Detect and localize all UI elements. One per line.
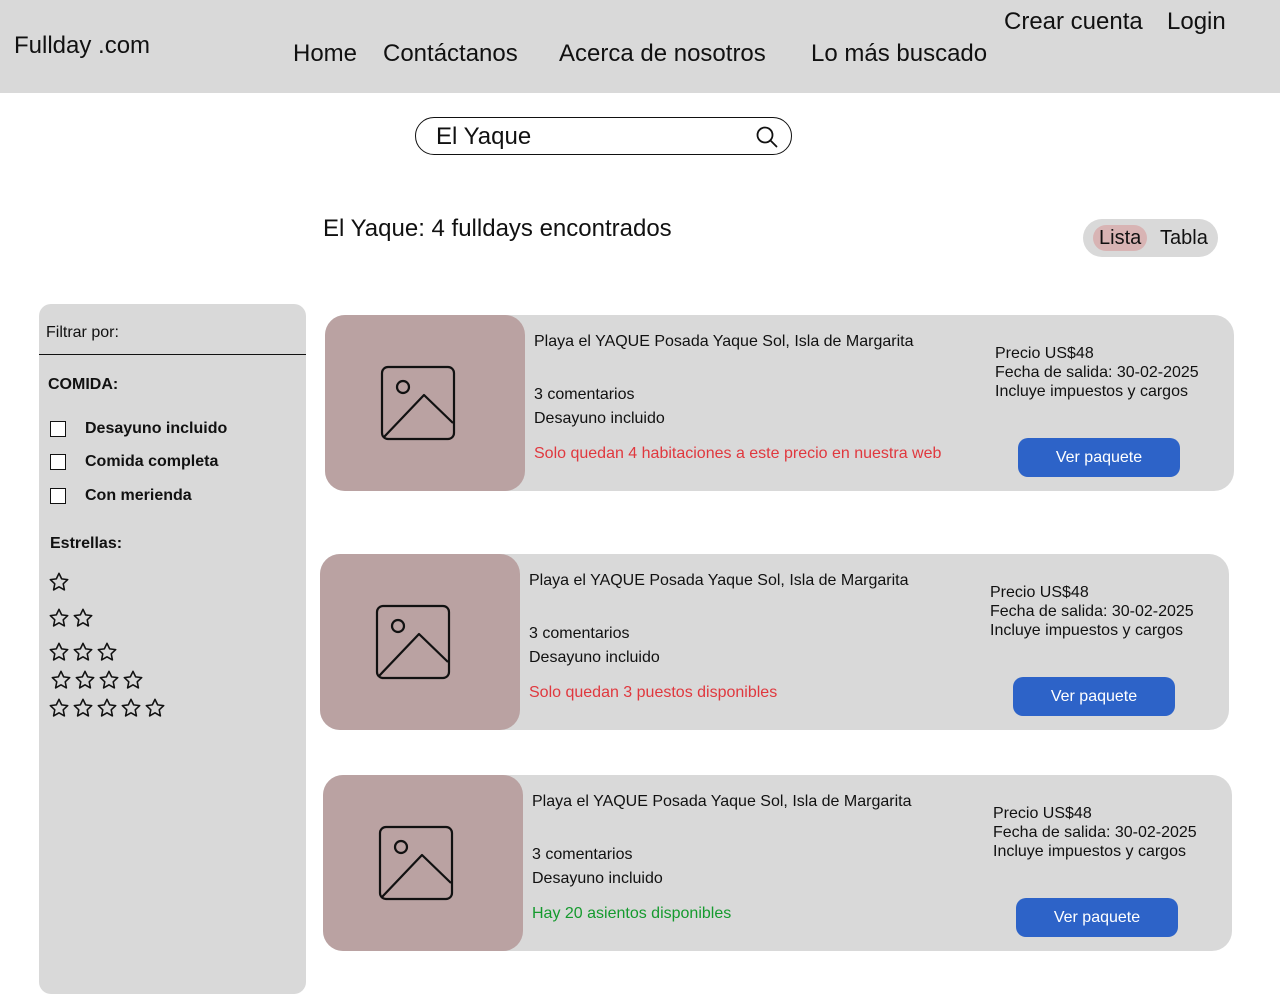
star-icon xyxy=(123,670,143,689)
star-icon xyxy=(121,698,141,717)
image-placeholder-icon xyxy=(380,365,456,441)
star-filter-4[interactable] xyxy=(50,669,146,691)
filter-full-meal[interactable]: Comida completa xyxy=(50,452,218,472)
card-thumbnail[interactable] xyxy=(325,315,525,491)
view-toggle: Lista Tabla xyxy=(1083,219,1218,257)
star-icon xyxy=(145,698,165,717)
site-logo[interactable]: Fullday .com xyxy=(14,32,150,60)
result-card: Playa el YAQUE Posada Yaque Sol, Isla de… xyxy=(323,775,1232,951)
search-input[interactable] xyxy=(436,122,746,152)
nav-most-searched[interactable]: Lo más buscado xyxy=(811,40,987,68)
filter-sidebar: Filtrar por: COMIDA: Desayuno incluido C… xyxy=(39,304,306,994)
checkbox[interactable] xyxy=(50,421,66,437)
checkbox[interactable] xyxy=(50,488,66,504)
meal-section-label: COMIDA: xyxy=(48,376,119,393)
card-price: Precio US$48 xyxy=(995,345,1094,362)
filter-snack[interactable]: Con merienda xyxy=(50,486,192,506)
image-placeholder-icon xyxy=(375,604,451,680)
card-availability-notice: Solo quedan 3 puestos disponibles xyxy=(529,684,778,701)
star-icon xyxy=(73,608,93,627)
stars-section-label: Estrellas: xyxy=(50,535,123,552)
filter-title: Filtrar por: xyxy=(46,324,119,341)
card-thumbnail[interactable] xyxy=(323,775,523,951)
view-table-option[interactable]: Tabla xyxy=(1160,225,1208,251)
search-icon[interactable] xyxy=(756,126,778,148)
card-title[interactable]: Playa el YAQUE Posada Yaque Sol, Isla de… xyxy=(532,793,911,811)
filter-breakfast-label: Desayuno incluido xyxy=(85,420,228,437)
filter-divider xyxy=(39,354,306,355)
nav-contact[interactable]: Contáctanos xyxy=(383,40,518,68)
search-bar xyxy=(415,117,792,155)
create-account-link[interactable]: Crear cuenta xyxy=(1004,8,1143,36)
filter-snack-label: Con merienda xyxy=(85,487,192,504)
star-filter-5[interactable] xyxy=(48,697,168,719)
card-meal: Desayuno incluido xyxy=(534,410,665,427)
star-icon xyxy=(49,608,69,627)
star-icon xyxy=(97,698,117,717)
card-departure-date: Fecha de salida: 30-02-2025 xyxy=(995,364,1199,381)
card-title[interactable]: Playa el YAQUE Posada Yaque Sol, Isla de… xyxy=(534,333,913,351)
star-icon xyxy=(97,642,117,661)
card-title[interactable]: Playa el YAQUE Posada Yaque Sol, Isla de… xyxy=(529,572,908,590)
card-comments[interactable]: 3 comentarios xyxy=(532,846,633,864)
view-list-option[interactable]: Lista xyxy=(1093,225,1148,251)
card-comments[interactable]: 3 comentarios xyxy=(529,625,630,643)
star-icon xyxy=(75,670,95,689)
card-availability-notice: Solo quedan 4 habitaciones a este precio… xyxy=(534,445,942,462)
card-price-block: Precio US$48 Fecha de salida: 30-02-2025… xyxy=(995,344,1199,401)
star-filter-2[interactable] xyxy=(48,607,96,629)
card-thumbnail[interactable] xyxy=(320,554,520,730)
results-heading: El Yaque: 4 fulldays encontrados xyxy=(323,215,672,242)
card-availability-notice: Hay 20 asientos disponibles xyxy=(532,905,732,922)
view-package-button[interactable]: Ver paquete xyxy=(1013,677,1175,716)
result-card: Playa el YAQUE Posada Yaque Sol, Isla de… xyxy=(320,554,1229,730)
image-placeholder-icon xyxy=(378,825,454,901)
card-departure-date: Fecha de salida: 30-02-2025 xyxy=(993,824,1197,841)
star-icon xyxy=(51,670,71,689)
login-link[interactable]: Login xyxy=(1167,8,1226,36)
checkbox[interactable] xyxy=(50,454,66,470)
card-taxes-note: Incluye impuestos y cargos xyxy=(995,383,1188,400)
card-taxes-note: Incluye impuestos y cargos xyxy=(990,622,1183,639)
card-departure-date: Fecha de salida: 30-02-2025 xyxy=(990,603,1194,620)
view-package-button[interactable]: Ver paquete xyxy=(1018,438,1180,477)
nav-about[interactable]: Acerca de nosotros xyxy=(559,40,766,68)
filter-breakfast[interactable]: Desayuno incluido xyxy=(50,419,227,439)
star-icon xyxy=(49,572,69,591)
star-icon xyxy=(49,642,69,661)
card-price: Precio US$48 xyxy=(993,805,1092,822)
star-filter-1[interactable] xyxy=(48,571,72,593)
star-icon xyxy=(73,698,93,717)
result-card: Playa el YAQUE Posada Yaque Sol, Isla de… xyxy=(325,315,1234,491)
view-package-button[interactable]: Ver paquete xyxy=(1016,898,1178,937)
card-meal: Desayuno incluido xyxy=(532,870,663,887)
star-icon xyxy=(73,642,93,661)
card-meal: Desayuno incluido xyxy=(529,649,660,666)
card-comments[interactable]: 3 comentarios xyxy=(534,386,635,404)
star-filter-3[interactable] xyxy=(48,641,120,663)
card-price-block: Precio US$48 Fecha de salida: 30-02-2025… xyxy=(993,804,1197,861)
star-icon xyxy=(49,698,69,717)
card-taxes-note: Incluye impuestos y cargos xyxy=(993,843,1186,860)
card-price: Precio US$48 xyxy=(990,584,1089,601)
card-price-block: Precio US$48 Fecha de salida: 30-02-2025… xyxy=(990,583,1194,640)
star-icon xyxy=(99,670,119,689)
nav-home[interactable]: Home xyxy=(293,40,357,68)
filter-full-meal-label: Comida completa xyxy=(85,453,219,470)
